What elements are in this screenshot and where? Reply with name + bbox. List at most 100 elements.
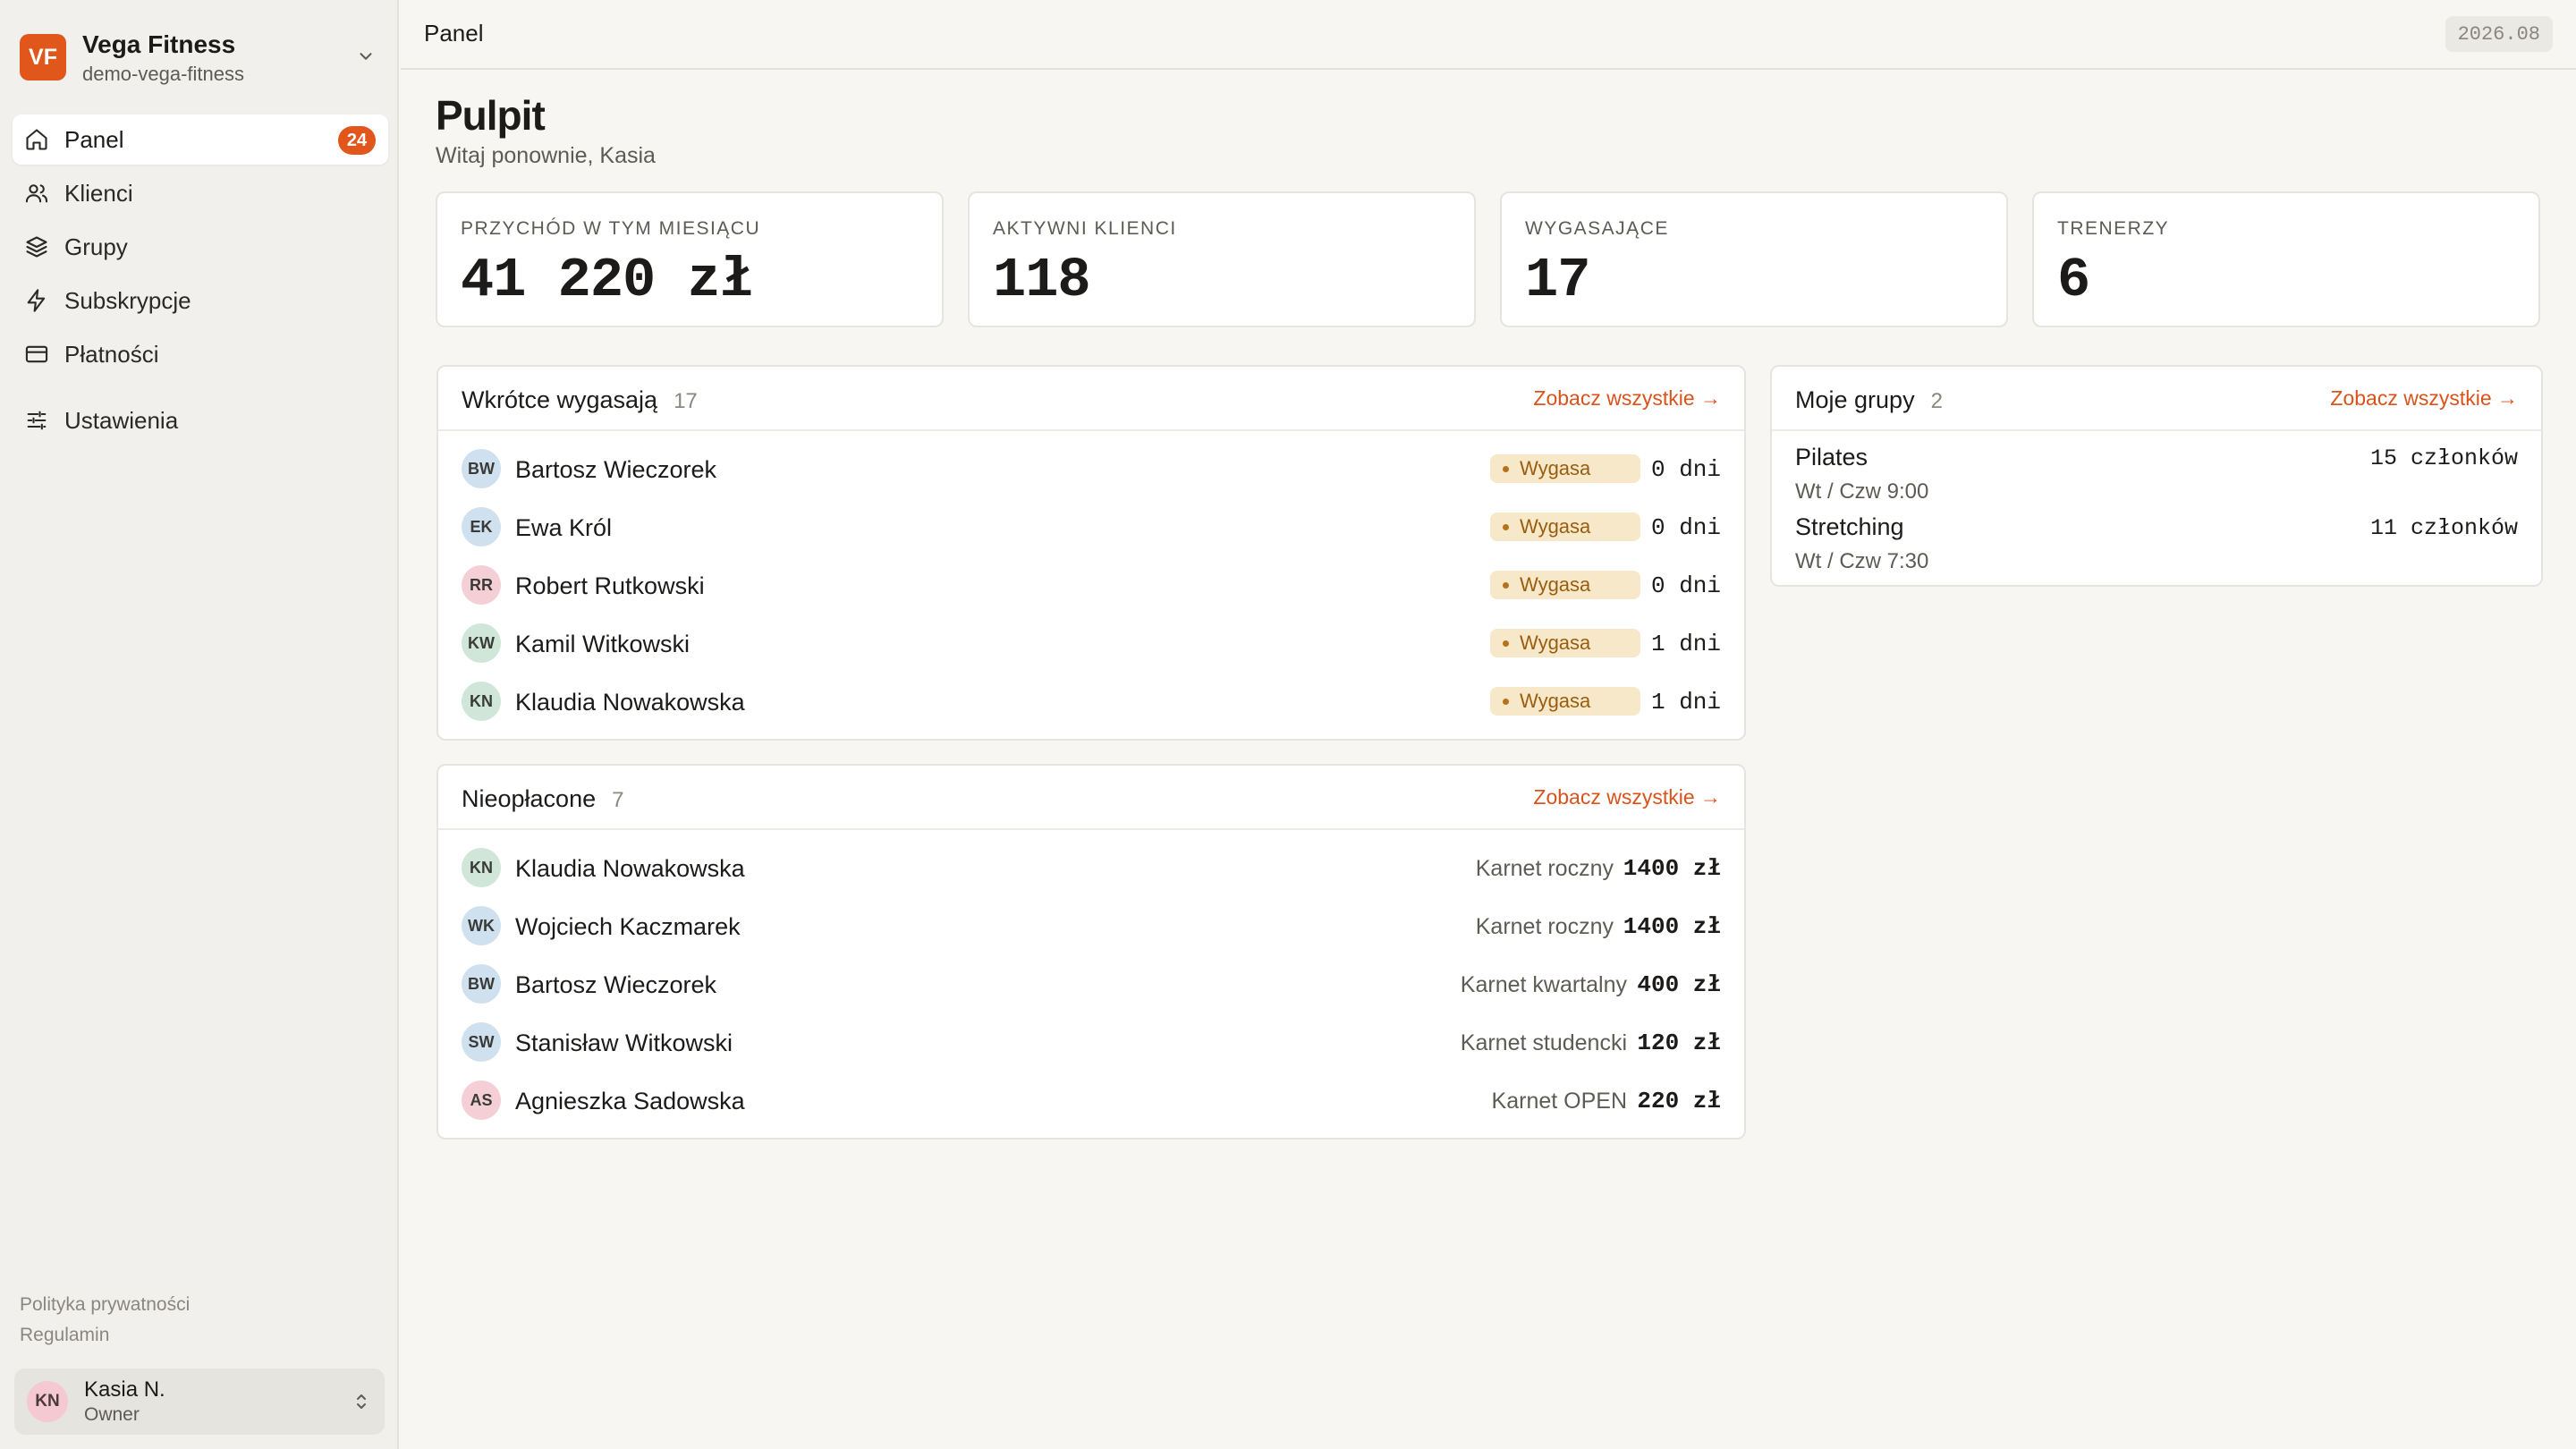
- list-item[interactable]: KN Klaudia Nowakowska Wygasa 1 dni: [438, 673, 1744, 731]
- groups-list: Pilates Wt / Czw 9:00 15 członków Stretc…: [1772, 431, 2541, 576]
- panel-header: Nieopłacone 7 Zobacz wszystkie →: [438, 766, 1744, 830]
- client-name: Bartosz Wieczorek: [515, 971, 717, 998]
- panel-title-text: Moje grupy: [1795, 386, 1915, 413]
- panel-count: 7: [612, 788, 624, 812]
- sidebar-item-label: Grupy: [64, 233, 128, 260]
- list-item[interactable]: Pilates Wt / Czw 9:00 15 członków: [1772, 436, 2541, 506]
- list-item[interactable]: BW Bartosz Wieczorek Karnet kwartalny 40…: [438, 955, 1744, 1013]
- avatar: EK: [462, 507, 501, 547]
- status-dot: [1503, 581, 1509, 589]
- avatar: KN: [27, 1381, 68, 1422]
- list-item[interactable]: EK Ewa Król Wygasa 0 dni: [438, 498, 1744, 556]
- expiring-panel: Wkrótce wygasają 17 Zobacz wszystkie → BW…: [436, 365, 1746, 741]
- topbar: Panel 2026.08: [401, 0, 2576, 70]
- org-name: Vega Fitness: [82, 30, 236, 58]
- avatar: WK: [462, 906, 501, 945]
- avatar: AS: [462, 1080, 501, 1120]
- user-name: Kasia N.: [84, 1377, 165, 1402]
- stat-value: 17: [1525, 249, 1590, 312]
- sidebar-item-grupy[interactable]: Grupy: [13, 222, 388, 272]
- list-item[interactable]: WK Wojciech Kaczmarek Karnet roczny 1400…: [438, 897, 1744, 955]
- stat-value: 118: [993, 249, 1091, 312]
- amount: 220 zł: [1637, 1088, 1721, 1114]
- list-item[interactable]: RR Robert Rutkowski Wygasa 0 dni: [438, 556, 1744, 614]
- page-title: Pulpit: [436, 92, 546, 139]
- sidebar-item-ustawienia[interactable]: Ustawienia: [13, 395, 388, 445]
- sidebar-item-label: Klienci: [64, 179, 133, 207]
- expiring-list: BW Bartosz Wieczorek Wygasa 0 dni EK Ewa…: [438, 431, 1744, 731]
- status-dot: [1503, 698, 1509, 705]
- client-name: Wojciech Kaczmarek: [515, 913, 741, 940]
- credit-card-icon: [23, 341, 50, 368]
- status-badge: Wygasa: [1490, 629, 1640, 657]
- avatar: BW: [462, 964, 501, 1004]
- sidebar-item-subskrypcje[interactable]: Subskrypcje: [13, 275, 388, 326]
- stat-label: PRZYCHÓD W TYM MIESIĄCU: [461, 218, 761, 239]
- client-name: Kamil Witkowski: [515, 631, 691, 657]
- days-left: 0 dni: [1650, 514, 1721, 541]
- see-all-link[interactable]: Zobacz wszystkie →: [1533, 386, 1721, 411]
- see-all-link[interactable]: Zobacz wszystkie →: [1533, 785, 1721, 809]
- client-name: Bartosz Wieczorek: [515, 456, 717, 483]
- status-dot: [1503, 523, 1509, 530]
- chevron-up-down-icon: [357, 1394, 366, 1409]
- sidebar-item-label: Panel: [64, 125, 124, 153]
- status-badge: Wygasa: [1490, 571, 1640, 599]
- groups-panel: Moje grupy 2 Zobacz wszystkie → Pilates W…: [1770, 365, 2543, 587]
- list-item[interactable]: Stretching Wt / Czw 7:30 11 członków: [1772, 506, 2541, 576]
- client-name: Ewa Król: [515, 514, 613, 541]
- plan-name: Karnet kwartalny: [1460, 972, 1627, 997]
- avatar: SW: [462, 1022, 501, 1062]
- sidebar-item-label: Płatności: [64, 340, 159, 368]
- unpaid-panel: Nieopłacone 7 Zobacz wszystkie → KN Klaud…: [436, 764, 1746, 1140]
- group-members: 11 członków: [2369, 515, 2518, 541]
- avatar: KN: [462, 848, 501, 887]
- sidebar-item-panel[interactable]: Panel 24: [13, 114, 388, 165]
- days-left: 1 dni: [1650, 689, 1721, 716]
- status-text: Wygasa: [1520, 631, 1591, 654]
- client-name: Stanisław Witkowski: [515, 1030, 733, 1056]
- stat-label: TRENERZY: [2057, 218, 2170, 239]
- status-dot: [1503, 640, 1509, 647]
- bolt-icon: [23, 287, 50, 314]
- home-icon: [23, 126, 50, 153]
- sidebar-item-klienci[interactable]: Klienci: [13, 168, 388, 218]
- avatar: KN: [462, 682, 501, 721]
- list-item[interactable]: KW Kamil Witkowski Wygasa 1 dni: [438, 614, 1744, 673]
- stat-card-expiring: WYGASAJĄCE 17: [1500, 191, 2008, 327]
- user-menu[interactable]: KN Kasia N. Owner: [14, 1368, 385, 1435]
- main-nav: Panel 24 Klienci Grupy Subskrypcje Płatn…: [13, 114, 388, 449]
- avatar: RR: [462, 565, 501, 605]
- see-all-link[interactable]: Zobacz wszystkie →: [2330, 386, 2518, 411]
- list-item[interactable]: AS Agnieszka Sadowska Karnet OPEN 220 zł: [438, 1072, 1744, 1130]
- status-badge: Wygasa: [1490, 454, 1640, 483]
- unpaid-list: KN Klaudia Nowakowska Karnet roczny 1400…: [438, 830, 1744, 1130]
- sliders-icon: [23, 407, 50, 434]
- status-text: Wygasa: [1520, 573, 1591, 596]
- org-switcher[interactable]: VF Vega Fitness demo-vega-fitness: [20, 30, 385, 85]
- terms-link[interactable]: Regulamin: [20, 1320, 190, 1351]
- panel-title: Wkrótce wygasają 17: [462, 386, 698, 414]
- panel-title: Moje grupy 2: [1795, 386, 1943, 414]
- panel-title: Nieopłacone 7: [462, 785, 623, 813]
- stat-label: AKTYWNI KLIENCI: [993, 218, 1177, 239]
- panel-title-text: Nieopłacone: [462, 785, 597, 812]
- sidebar-item-platnosci[interactable]: Płatności: [13, 329, 388, 379]
- sidebar-item-label: Subskrypcje: [64, 286, 191, 314]
- list-item[interactable]: KN Klaudia Nowakowska Karnet roczny 1400…: [438, 839, 1744, 897]
- panel-title-text: Wkrótce wygasają: [462, 386, 658, 413]
- layers-icon: [23, 233, 50, 260]
- sidebar: VF Vega Fitness demo-vega-fitness Panel …: [0, 0, 399, 1449]
- chevron-down-icon: [360, 53, 372, 60]
- breadcrumb: Panel: [424, 20, 484, 47]
- privacy-link[interactable]: Polityka prywatności: [20, 1290, 190, 1320]
- days-left: 0 dni: [1650, 456, 1721, 483]
- status-dot: [1503, 465, 1509, 472]
- list-item[interactable]: BW Bartosz Wieczorek Wygasa 0 dni: [438, 440, 1744, 498]
- user-role: Owner: [84, 1404, 140, 1425]
- group-schedule: Wt / Czw 9:00: [1795, 479, 1929, 504]
- list-item[interactable]: SW Stanisław Witkowski Karnet studencki …: [438, 1013, 1744, 1072]
- sidebar-item-label: Ustawienia: [64, 406, 179, 434]
- status-text: Wygasa: [1520, 515, 1591, 538]
